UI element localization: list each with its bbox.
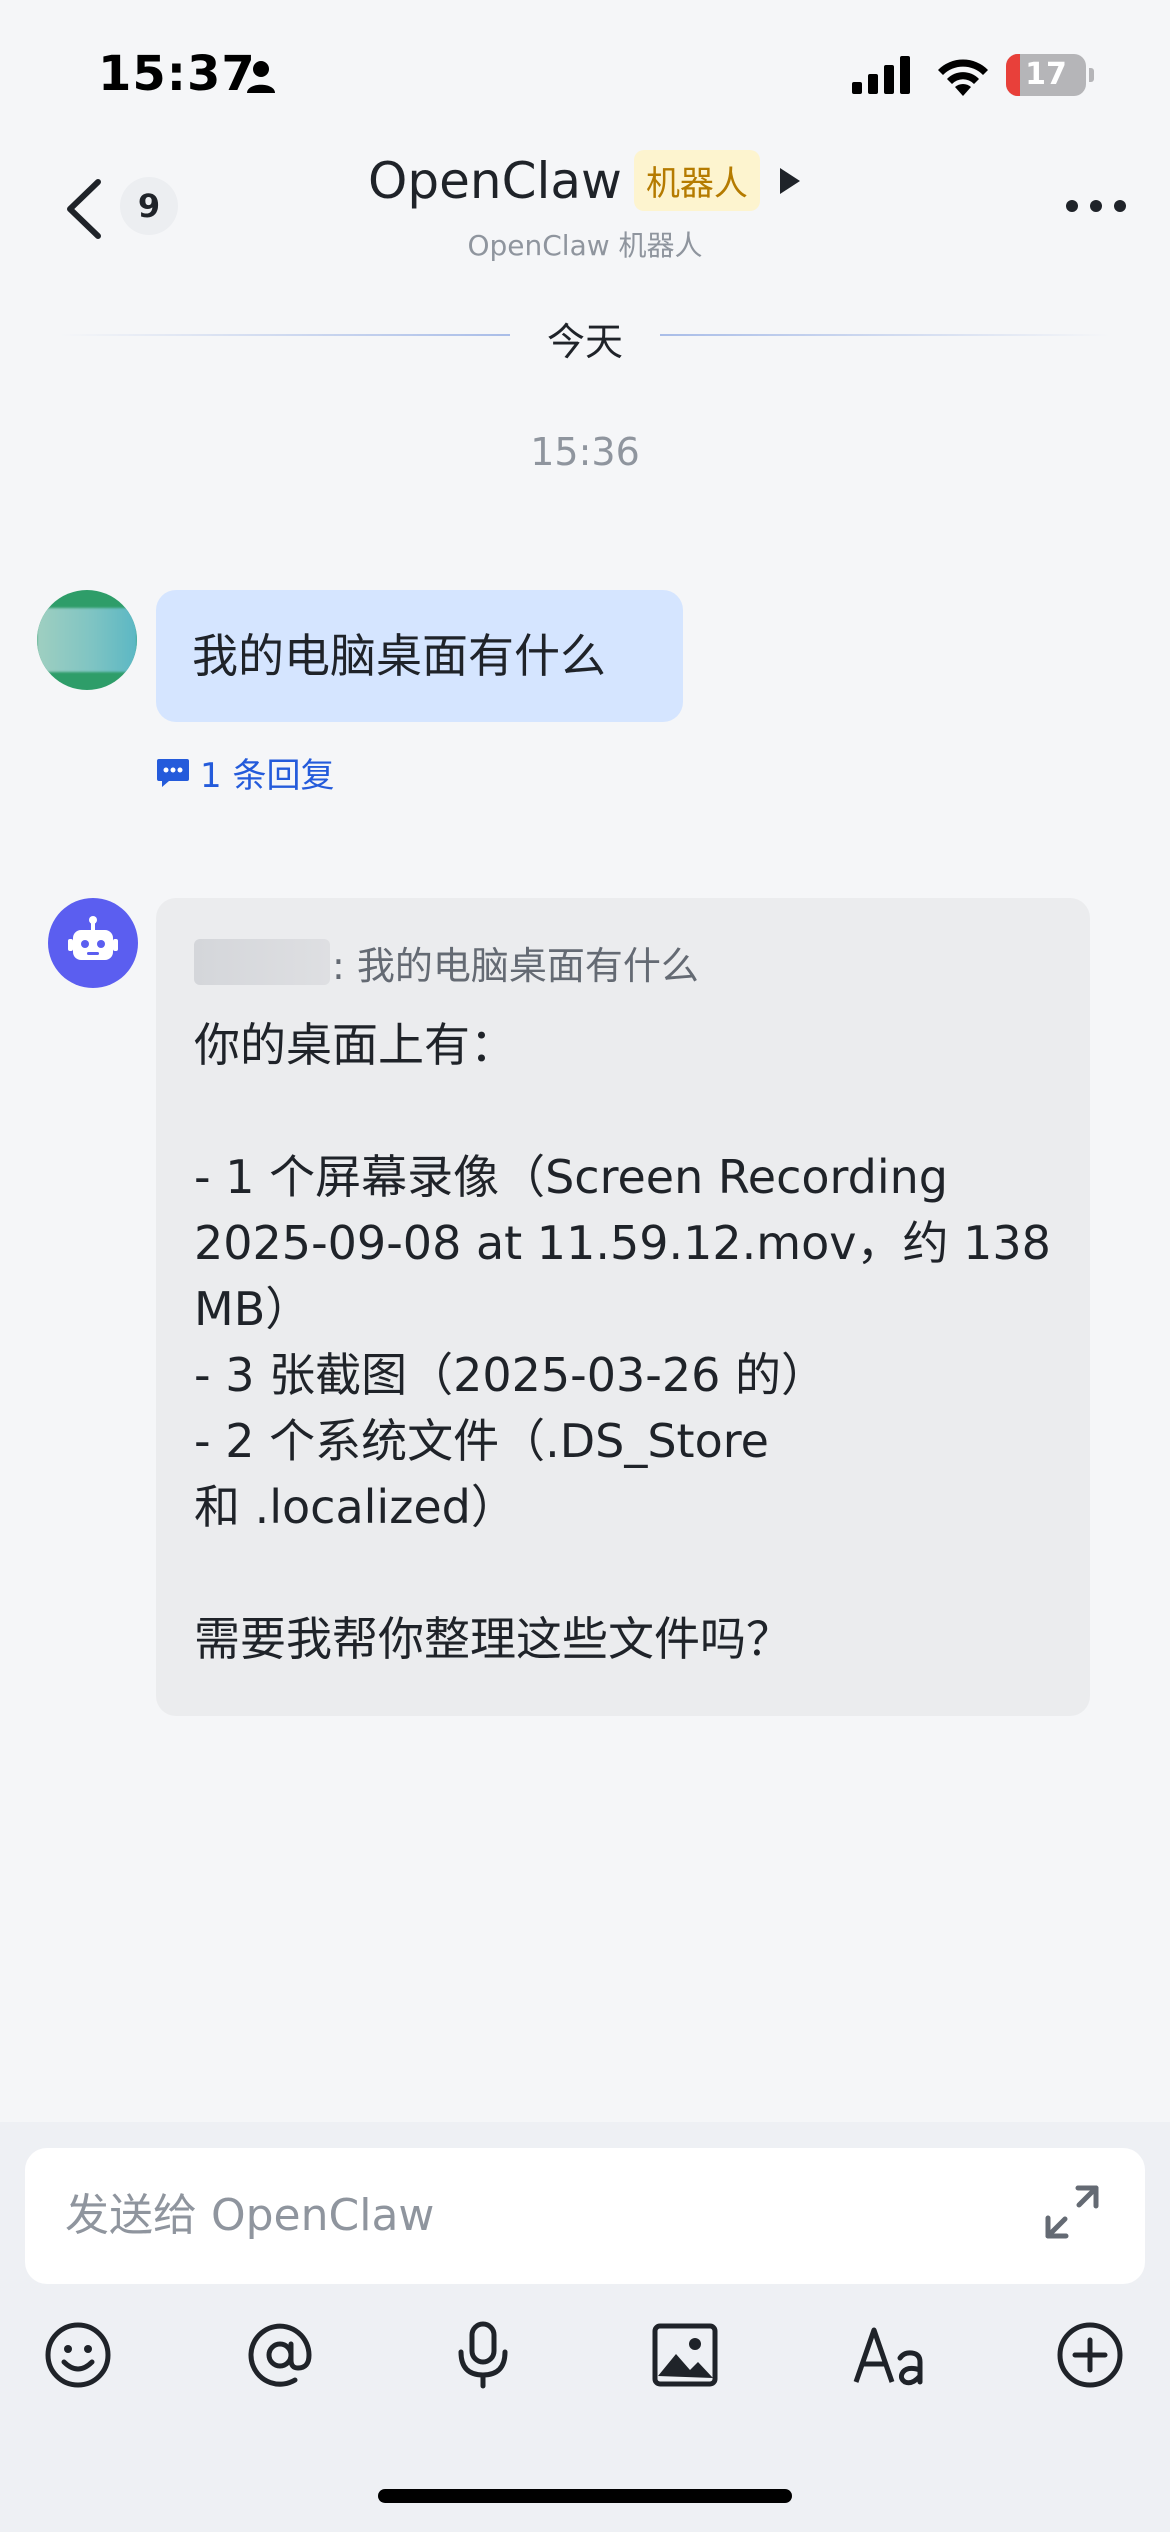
quote-text: : 我的电脑桌面有什么: [332, 943, 699, 988]
message-input[interactable]: 发送给 OpenClaw: [25, 2148, 1145, 2284]
battery-cap: [1089, 68, 1094, 82]
user-message-bubble[interactable]: 我的电脑桌面有什么: [156, 590, 683, 722]
expand-icon[interactable]: [1042, 2182, 1102, 2242]
bot-message-line: - 2 个系统文件（.DS_Store: [194, 1414, 769, 1468]
chat-title[interactable]: OpenClaw: [368, 152, 622, 210]
mention-icon[interactable]: [245, 2320, 315, 2390]
bot-message-line: MB）: [194, 1282, 312, 1336]
bot-avatar[interactable]: [48, 898, 138, 988]
avatar-blur: [37, 608, 137, 672]
play-triangle-icon[interactable]: [778, 166, 802, 196]
divider-line: [660, 334, 1110, 336]
more-icon[interactable]: [1064, 196, 1128, 216]
bot-message-line: - 1 个屏幕录像（Screen Recording: [194, 1150, 948, 1204]
signal-icon: [852, 56, 910, 94]
microphone-icon[interactable]: [448, 2320, 518, 2390]
date-label: 今天: [546, 320, 623, 364]
status-bar: 15:37 17: [0, 0, 1170, 150]
thread-reply-link[interactable]: 1 条回复: [156, 748, 334, 797]
person-icon: [247, 61, 275, 93]
wifi-icon: [938, 59, 988, 96]
thread-icon: [157, 758, 189, 787]
bot-tag: 机器人: [633, 150, 760, 211]
date-divider: 今天: [60, 305, 1110, 365]
input-placeholder: 发送给 OpenClaw: [65, 2190, 435, 2241]
chat-subtitle: OpenClaw 机器人: [467, 229, 703, 262]
message-timestamp: 15:36: [530, 430, 640, 474]
text-format-icon[interactable]: [852, 2320, 926, 2390]
bot-message-line: 你的桌面上有：: [194, 1018, 516, 1072]
image-icon[interactable]: [650, 2320, 720, 2390]
bot-message-bubble[interactable]: : 我的电脑桌面有什么 你的桌面上有： - 1 个屏幕录像（Screen Reco…: [156, 898, 1090, 1716]
user-avatar[interactable]: [37, 590, 137, 690]
status-time: 15:37: [98, 46, 256, 102]
bot-message-line: [194, 1540, 1052, 1606]
bot-message-line: 2025-09-08 at 11.59.12.mov，约 138: [194, 1216, 1051, 1270]
redacted-name: [194, 939, 330, 985]
quoted-message[interactable]: : 我的电脑桌面有什么: [194, 938, 1052, 988]
plus-icon[interactable]: [1055, 2320, 1125, 2390]
emoji-icon[interactable]: [43, 2320, 113, 2390]
bot-message-text: 你的桌面上有： - 1 个屏幕录像（Screen Recording 2025-09…: [194, 1012, 1052, 1672]
bot-message-line: 需要我帮你整理这些文件吗？: [194, 1612, 792, 1666]
battery-level: 17: [1025, 57, 1067, 92]
battery-icon: 17: [1006, 54, 1086, 96]
bot-message-line: 和 .localized）: [194, 1480, 517, 1534]
home-indicator[interactable]: [378, 2489, 792, 2503]
chat-title-row[interactable]: OpenClaw 机器人: [0, 150, 1170, 211]
robot-icon: [68, 916, 118, 960]
bot-message-line: - 3 张截图（2025-03-26 的）: [194, 1348, 828, 1402]
reply-count-label[interactable]: 1 条回复: [200, 748, 334, 797]
bot-message-line: [194, 1078, 1052, 1144]
